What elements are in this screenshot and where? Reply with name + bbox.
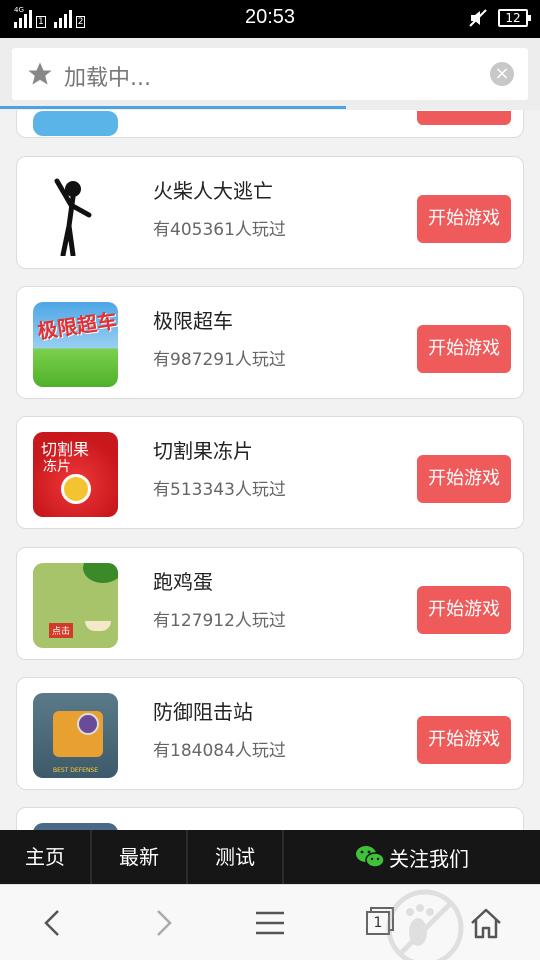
mute-icon xyxy=(468,8,488,28)
start-game-button[interactable]: 开始游戏 xyxy=(417,716,511,764)
game-name: 极限超车 xyxy=(153,309,233,333)
start-game-button[interactable]: 开始游戏 xyxy=(417,455,511,503)
play-count: 有987291人玩过 xyxy=(153,350,286,370)
follow-label: 关注我们 xyxy=(389,846,469,871)
site-bottom-nav: 主页 最新 测试 关注我们 xyxy=(0,830,540,884)
game-card[interactable]: 极限超车 极限超车 有987291人玩过 开始游戏 xyxy=(16,286,524,399)
clock: 20:53 xyxy=(244,6,296,28)
clear-icon[interactable]: × xyxy=(490,62,514,86)
nav-follow-us[interactable]: 关注我们 xyxy=(284,830,540,884)
start-game-button[interactable]: 开始游戏 xyxy=(417,586,511,634)
start-game-button[interactable] xyxy=(417,111,511,125)
game-card-partial[interactable] xyxy=(16,807,524,830)
game-name: 跑鸡蛋 xyxy=(153,570,213,594)
nav-home[interactable]: 主页 xyxy=(0,830,92,884)
menu-icon[interactable] xyxy=(250,903,290,943)
loading-progress-bar xyxy=(0,106,346,109)
game-name: 切割果冻片 xyxy=(153,439,253,463)
address-bar[interactable]: 加载中... × xyxy=(12,48,528,100)
watermark-logo xyxy=(386,889,464,960)
play-count: 有513343人玩过 xyxy=(153,480,286,500)
play-count: 有405361人玩过 xyxy=(153,220,286,240)
wechat-icon xyxy=(356,846,385,868)
loading-text: 加载中... xyxy=(64,66,151,91)
stickman-thumbnail xyxy=(33,171,118,256)
bookmark-star-icon[interactable] xyxy=(26,60,54,88)
home-icon[interactable] xyxy=(466,903,506,943)
forward-icon[interactable] xyxy=(142,903,182,943)
game-list: 火柴人大逃亡 有405361人玩过 开始游戏 极限超车 极限超车 有987291… xyxy=(0,110,540,830)
jelly-thumbnail: 切割果 冻片 xyxy=(33,432,118,517)
defense-thumbnail: BEST DEFENSE xyxy=(33,693,118,778)
battery-indicator: 12 xyxy=(498,9,531,27)
star-coin-icon xyxy=(61,474,91,504)
start-game-button[interactable]: 开始游戏 xyxy=(417,195,511,243)
game-card[interactable]: 火柴人大逃亡 有405361人玩过 开始游戏 xyxy=(16,156,524,269)
racing-thumbnail: 极限超车 xyxy=(33,302,118,387)
game-card-partial[interactable] xyxy=(16,110,524,138)
game-thumbnail xyxy=(33,823,118,830)
nav-test[interactable]: 测试 xyxy=(188,830,284,884)
game-card[interactable]: 点击 跑鸡蛋 有127912人玩过 开始游戏 xyxy=(16,547,524,660)
game-card[interactable]: BEST DEFENSE 防御阻击站 有184084人玩过 开始游戏 xyxy=(16,677,524,790)
start-game-button[interactable]: 开始游戏 xyxy=(417,325,511,373)
game-name: 防御阻击站 xyxy=(153,700,253,724)
status-bar: 4G 1 2 20:53 12 xyxy=(0,0,540,38)
game-thumbnail xyxy=(33,111,118,136)
play-count: 有127912人玩过 xyxy=(153,611,286,631)
play-count: 有184084人玩过 xyxy=(153,741,286,761)
game-card[interactable]: 切割果 冻片 切割果冻片 有513343人玩过 开始游戏 xyxy=(16,416,524,529)
address-bar-area: 加载中... × xyxy=(0,38,540,110)
back-icon[interactable] xyxy=(34,903,74,943)
nav-latest[interactable]: 最新 xyxy=(92,830,188,884)
egg-thumbnail: 点击 xyxy=(33,563,118,648)
bowl-icon xyxy=(85,621,111,631)
game-name: 火柴人大逃亡 xyxy=(153,179,273,203)
